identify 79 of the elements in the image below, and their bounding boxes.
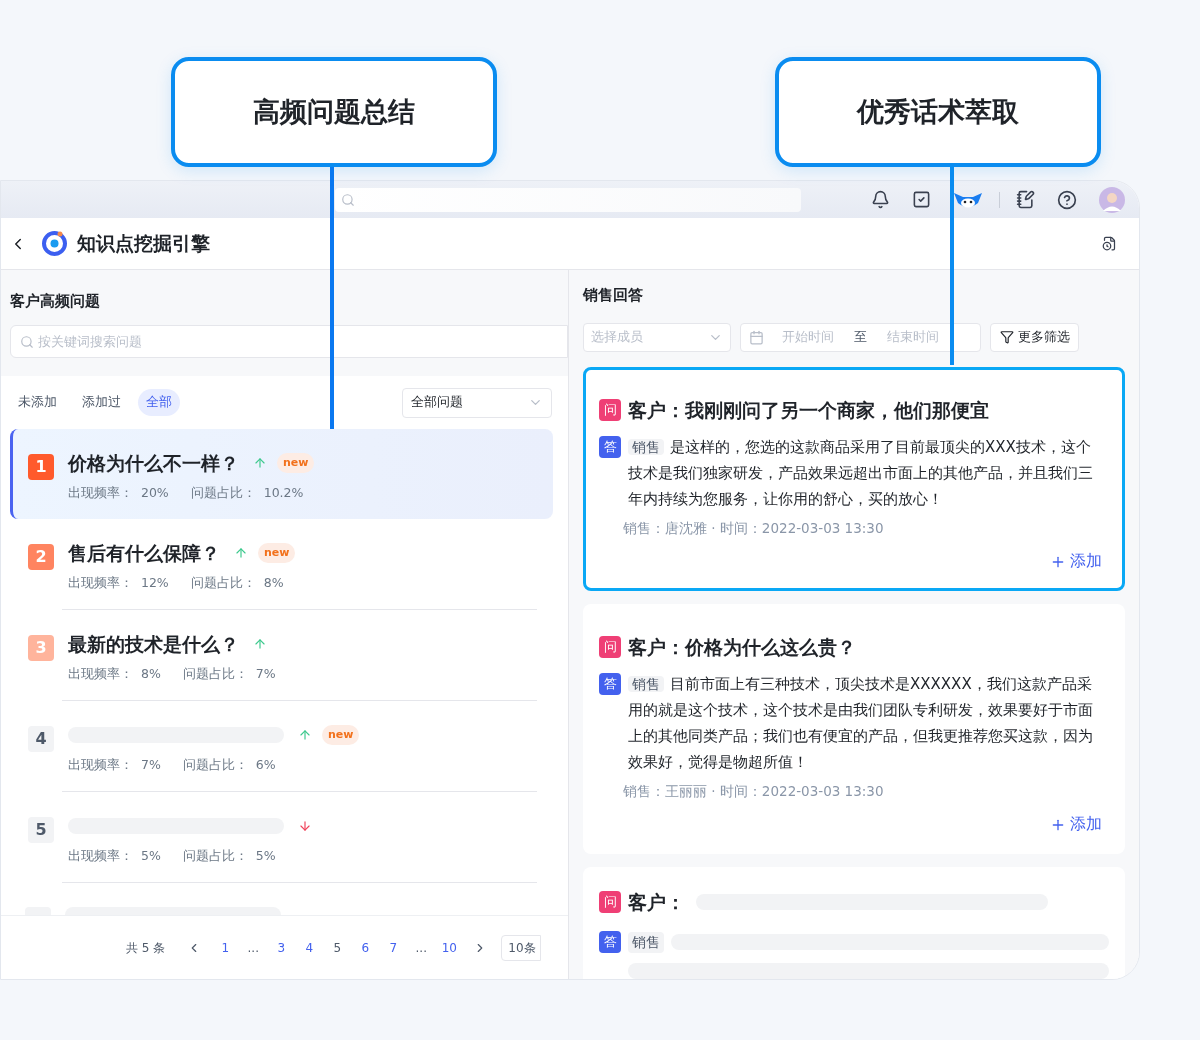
share-text: 问题占比： 8% [190, 574, 284, 592]
question-badge: 问 [599, 890, 621, 913]
frequency-text: 出现频率： 7% [68, 756, 161, 774]
question-item[interactable]: 5 出现频率： 5% 问题占比： 5% [10, 792, 553, 882]
panel-title: 客户高频问题 [10, 291, 101, 312]
sales-tag: 销售 [628, 676, 664, 692]
filter-tab[interactable]: 未添加 [10, 389, 65, 416]
question-search-field[interactable]: 按关键词搜索问题 [10, 324, 568, 358]
page-link[interactable]: 1 [211, 938, 240, 957]
new-badge: new [258, 543, 296, 563]
calendar-icon [749, 329, 764, 345]
page-link[interactable]: 10 [435, 938, 464, 957]
date-range-field[interactable]: 开始时间 至 结束时间 [740, 322, 981, 352]
sales-answer: 销售 目前市面上有三种技术，顶尖技术是XXXXXX，我们这款产品采用的就是这个技术，这个技术是由我们团队专利研发，效果要好于市面上的其他同类产品；我们也有便宜的产品，但我更推荐您买这款，因为效果好，觉得是物超所值！ [628, 674, 1094, 773]
rank-badge: 1 [28, 454, 54, 480]
question-item[interactable]: 1 价格为什么不一样？ new 出现频率： 20% 问题占比： 10.2% [10, 429, 553, 519]
search-icon [341, 192, 355, 207]
question-item[interactable]: 3 最新的技术是什么？ 出现频率： 8% 问题占比： 7% [10, 610, 553, 700]
sales-answer: 销售 是这样的，您选的这款商品采用了目前最顶尖的XXX技术，这个技术是我们独家研发，产品效果远超出市面上的其他产品，并且我们三年内持续为您服务，让你用的舒心，买的放心！ [628, 437, 1094, 510]
question-badge: 问 [599, 398, 621, 421]
answer-badge: 答 [599, 436, 621, 458]
answer-badge: 答 [599, 931, 621, 953]
page-size-select[interactable]: 10条 [501, 934, 541, 961]
sales-tag: 销售 [628, 439, 664, 455]
filter-icon [999, 330, 1014, 344]
panel-title: 销售回答 [583, 285, 644, 306]
share-text: 问题占比： 7% [182, 665, 276, 683]
cat-mascot-icon[interactable] [953, 190, 983, 209]
new-badge: new [277, 453, 315, 473]
frequency-text: 出现频率： 8% [68, 665, 161, 683]
question-title: 价格为什么不一样？ [68, 450, 239, 476]
question-badge: 问 [599, 635, 621, 658]
bell-icon[interactable] [871, 190, 890, 209]
page-link[interactable]: 7 [379, 938, 408, 957]
answer-badge: 答 [599, 673, 621, 695]
frequency-text: 出现频率： 5% [68, 847, 161, 865]
sales-tag: 销售 [628, 931, 664, 953]
customer-question: 客户： [628, 889, 685, 915]
question-type-dropdown[interactable]: 全部问题 [402, 387, 552, 418]
page-link[interactable]: 4 [295, 938, 324, 957]
filter-tab[interactable]: 添加过 [74, 389, 129, 416]
new-badge: new [322, 725, 360, 745]
document-icon[interactable] [1102, 236, 1117, 251]
page-ellipsis: ... [414, 939, 428, 957]
question-title: 售后有什么保障？ [68, 540, 220, 566]
frequency-text: 出现频率： 20% [68, 484, 169, 502]
add-button[interactable]: 添加 [1050, 550, 1102, 574]
customer-question: 客户：我刚刚问了另一个商家，他们那便宜 [628, 397, 989, 423]
global-search-field[interactable] [335, 187, 801, 212]
question-item[interactable]: 2 售后有什么保障？ new 出现频率： 12% 问题占比： 8% [10, 519, 553, 609]
page-title: 知识点挖掘引擎 [77, 231, 210, 257]
callout-box: 高频问题总结 [171, 57, 497, 167]
checkbox-icon[interactable] [912, 190, 931, 209]
logo-icon [41, 230, 68, 257]
add-button[interactable]: 添加 [1050, 813, 1102, 837]
rank-badge: 4 [28, 726, 54, 752]
more-filter-button[interactable]: 更多筛选 [990, 322, 1079, 352]
search-icon [20, 334, 34, 349]
answer-meta: 销售：王丽丽 · 时间：2022-03-03 13:30 [623, 782, 885, 801]
page-ellipsis: ... [246, 939, 260, 957]
page-link[interactable]: 5 [323, 938, 352, 957]
total-count: 共 5 条 [126, 939, 166, 957]
frequency-text: 出现频率： 12% [68, 574, 169, 592]
rank-badge: 5 [28, 817, 54, 843]
notepad-icon[interactable] [1016, 190, 1035, 209]
question-title: 最新的技术是什么？ [68, 631, 239, 657]
customer-question: 客户：价格为什么这么贵？ [628, 634, 856, 660]
question-item[interactable]: 4 new 出现频率： 7% 问题占比： 6% [10, 701, 553, 791]
share-text: 问题占比： 10.2% [190, 484, 304, 502]
callout-box: 优秀话术萃取 [775, 57, 1101, 167]
help-icon[interactable] [1057, 189, 1077, 210]
rank-badge: 3 [28, 635, 54, 661]
answer-meta: 销售：唐沈雅 · 时间：2022-03-03 13:30 [623, 519, 885, 538]
filter-tab[interactable]: 全部 [138, 389, 180, 416]
share-text: 问题占比： 5% [182, 847, 276, 865]
page-link[interactable]: 6 [351, 938, 380, 957]
share-text: 问题占比： 6% [182, 756, 276, 774]
rank-badge: 2 [28, 544, 54, 570]
page-link[interactable]: 3 [267, 938, 296, 957]
